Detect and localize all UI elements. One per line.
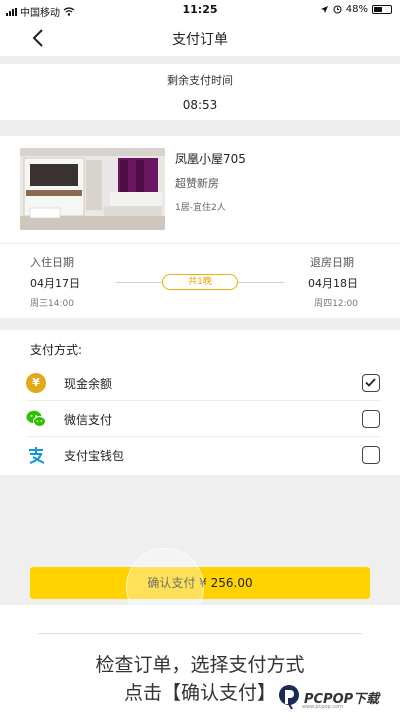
nav-bar: 支付订单 — [0, 20, 400, 56]
checkin-time: 周三14:00 — [30, 299, 74, 309]
stay-dates: 入住日期 04月17日 周三14:00 共1晚 退房日期 04月18日 周四12… — [0, 243, 400, 318]
checkout-date: 04月18日 — [308, 277, 358, 290]
checkbox-checked[interactable] — [362, 374, 380, 392]
status-bar: 中国移动 11:25 48% — [0, 0, 400, 20]
checkout-time: 周四12:00 — [314, 299, 358, 309]
payment-option-label: 支付宝钱包 — [64, 449, 125, 463]
listing-name: 凤凰小屋705 — [175, 152, 246, 166]
listing-card[interactable]: 凤凰小屋705 超赞新房 1居-宜住2人 — [0, 136, 400, 241]
section-gap — [0, 56, 400, 64]
payment-timer: 剩余支付时间 08:53 — [0, 64, 400, 120]
room-photo-illustration — [20, 148, 165, 230]
nights-badge: 共1晚 — [162, 274, 238, 290]
location-icon — [320, 6, 328, 13]
battery-icon — [372, 5, 392, 14]
payment-option-wechat[interactable]: 微信支付 — [26, 402, 382, 437]
listing-spec: 1居-宜住2人 — [175, 203, 226, 213]
listing-tag: 超赞新房 — [175, 177, 219, 190]
caption-divider — [38, 633, 362, 634]
timer-label: 剩余支付时间 — [167, 74, 233, 87]
cash-balance-icon: ¥ — [26, 373, 46, 393]
payment-option-cash[interactable]: ¥ 现金余额 — [26, 366, 382, 401]
battery-percent: 48% — [345, 4, 368, 15]
checkin-date: 04月17日 — [30, 277, 80, 290]
checkbox-unchecked[interactable] — [362, 446, 380, 464]
page-title: 支付订单 — [172, 32, 228, 48]
wechat-icon — [26, 410, 46, 427]
payment-option-label: 现金余额 — [64, 377, 113, 391]
payment-option-label: 微信支付 — [64, 413, 113, 427]
section-gap — [0, 318, 400, 330]
alipay-icon — [29, 447, 45, 464]
instruction-line-1: 检查订单，选择支付方式 — [95, 654, 305, 676]
payment-option-alipay[interactable]: 支付宝钱包 — [26, 438, 382, 473]
section-gap — [0, 120, 400, 136]
listing-photo — [20, 148, 165, 230]
watermark-url: www.pcpop.com — [302, 704, 343, 710]
checkin-label: 入住日期 — [30, 256, 74, 269]
checkmark-icon — [365, 378, 376, 387]
payment-methods: 支付方式: ¥ 现金余额 微信支付 支付宝钱包 — [0, 330, 400, 475]
checkbox-unchecked[interactable] — [362, 410, 380, 428]
payment-heading: 支付方式: — [30, 343, 83, 357]
timer-value: 08:53 — [182, 98, 218, 112]
tap-indicator — [126, 548, 204, 626]
alarm-icon — [333, 5, 342, 14]
pcpop-logo-icon — [279, 685, 299, 710]
checkout-label: 退房日期 — [310, 256, 354, 269]
status-right: 48% — [320, 4, 392, 15]
